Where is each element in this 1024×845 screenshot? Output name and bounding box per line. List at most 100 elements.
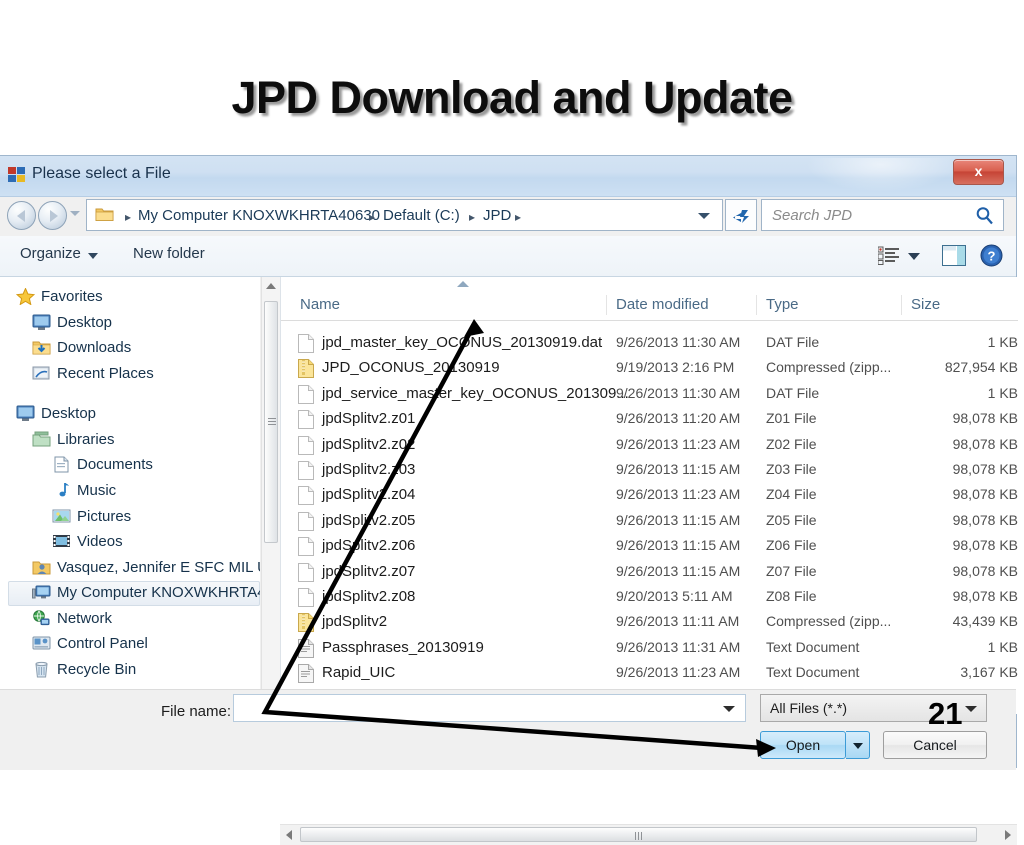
- column-divider[interactable]: [756, 295, 757, 315]
- generic-file-icon: [298, 511, 314, 531]
- text-file-icon: [298, 664, 314, 684]
- file-type: DAT File: [766, 384, 820, 401]
- forward-button[interactable]: [38, 201, 67, 230]
- navigation-pane[interactable]: Favorites Desktop Downloads Recent Places De…: [0, 277, 260, 714]
- breadcrumb-item-0[interactable]: My Computer KNOXWKHRTA40630: [138, 207, 380, 224]
- file-size: 3,167 KB: [960, 664, 1018, 681]
- column-header-type[interactable]: Type: [766, 296, 799, 313]
- navpane-scrollbar[interactable]: [261, 277, 280, 714]
- column-header-name[interactable]: Name: [300, 296, 340, 313]
- preview-pane-icon[interactable]: [942, 245, 966, 266]
- cancel-button[interactable]: Cancel: [883, 731, 987, 759]
- table-row[interactable]: jpdSplitv2 9/26/2013 11:11 AM Compressed (…: [281, 610, 1018, 635]
- scroll-right-icon[interactable]: [1005, 830, 1011, 840]
- chevron-down-icon[interactable]: [88, 253, 98, 259]
- file-date-modified: 9/26/2013 11:11 AM: [616, 613, 740, 630]
- column-header-row: Name Date modified Type Size: [281, 291, 1018, 321]
- generic-file-icon: [298, 384, 314, 404]
- file-size: 98,078 KB: [952, 435, 1018, 452]
- nav-item-libraries[interactable]: Libraries: [0, 428, 260, 453]
- organize-button[interactable]: Organize: [20, 245, 81, 262]
- scroll-left-icon[interactable]: [286, 830, 292, 840]
- file-size: 98,078 KB: [952, 486, 1018, 503]
- back-button[interactable]: [7, 201, 36, 230]
- nav-item-label: Network: [57, 610, 113, 627]
- nav-item-control-panel[interactable]: Control Panel: [0, 632, 260, 657]
- table-row[interactable]: jpdSplitv2.z01 9/26/2013 11:20 AM Z01 File…: [281, 407, 1018, 432]
- file-list[interactable]: Name Date modified Type Size jpd_master_…: [280, 277, 1018, 714]
- table-row[interactable]: Passphrases_20130919 9/26/2013 11:31 AM Te…: [281, 636, 1018, 661]
- open-dropdown-button[interactable]: [846, 731, 870, 759]
- column-header-date[interactable]: Date modified: [616, 296, 709, 313]
- nav-item-label: Control Panel: [57, 635, 148, 652]
- app-window-icon: [8, 167, 25, 183]
- scrollbar-thumb[interactable]: [300, 827, 977, 842]
- address-row: ▸ My Computer KNOXWKHRTA40630 ▸ Default …: [0, 196, 1016, 236]
- new-folder-button[interactable]: New folder: [133, 245, 205, 262]
- search-input[interactable]: Search JPD: [761, 199, 1004, 231]
- nav-item-vasquez-jennifer-e-sfc-mil-us[interactable]: Vasquez, Jennifer E SFC MIL US: [0, 556, 260, 581]
- file-date-modified: 9/26/2013 11:15 AM: [616, 461, 741, 477]
- filename-input[interactable]: [233, 694, 746, 722]
- table-row[interactable]: Rapid_UIC 9/26/2013 11:23 AM Text Document…: [281, 661, 1018, 686]
- file-date-modified: 9/26/2013 11:15 AM: [616, 537, 741, 554]
- nav-item-documents[interactable]: Documents: [0, 453, 260, 478]
- address-bar[interactable]: ▸ My Computer KNOXWKHRTA40630 ▸ Default …: [86, 199, 723, 231]
- table-row[interactable]: jpd_service_master_key_OCONUS_201309... 9…: [281, 382, 1018, 407]
- breadcrumb-separator: ▸: [469, 210, 476, 224]
- nav-item-desktop[interactable]: Desktop: [0, 311, 260, 336]
- chevron-down-icon[interactable]: [965, 706, 977, 712]
- view-list-icon[interactable]: [877, 246, 900, 265]
- downloads-icon: [32, 339, 51, 356]
- nav-item-network[interactable]: Network: [0, 607, 260, 632]
- help-icon[interactable]: ?: [980, 244, 1003, 267]
- chevron-down-icon[interactable]: [698, 213, 710, 219]
- column-header-size[interactable]: Size: [911, 296, 940, 313]
- generic-file-icon: [298, 562, 314, 582]
- nav-item-downloads[interactable]: Downloads: [0, 336, 260, 361]
- history-dropdown-icon[interactable]: [70, 211, 80, 216]
- monitor-icon: [32, 314, 51, 331]
- filelist-horizontal-scrollbar[interactable]: [280, 824, 1017, 845]
- refresh-icon[interactable]: [725, 199, 757, 231]
- close-icon[interactable]: x: [953, 159, 1004, 185]
- file-type: Z04 File: [766, 486, 817, 503]
- nav-item-pictures[interactable]: Pictures: [0, 505, 260, 530]
- chevron-down-icon[interactable]: [908, 253, 920, 260]
- nav-item-videos[interactable]: Videos: [0, 530, 260, 555]
- table-row[interactable]: jpdSplitv2.z03 9/26/2013 11:15 AM Z03 File…: [281, 458, 1018, 483]
- table-row[interactable]: jpdSplitv2.z08 9/20/2013 5:11 AM Z08 File 9…: [281, 585, 1018, 610]
- dialog-titlebar: Please select a File x: [0, 156, 1016, 197]
- nav-item-favorites[interactable]: Favorites: [0, 285, 260, 310]
- breadcrumb-item-2[interactable]: JPD: [483, 207, 511, 224]
- search-icon[interactable]: [975, 206, 994, 225]
- nav-item-music[interactable]: Music: [0, 479, 260, 504]
- table-row[interactable]: jpdSplitv2.z02 9/26/2013 11:23 AM Z02 File…: [281, 433, 1018, 458]
- table-row[interactable]: jpdSplitv2.z06 9/26/2013 11:15 AM Z06 File…: [281, 534, 1018, 559]
- file-date-modified: 9/26/2013 11:31 AM: [616, 638, 741, 655]
- chevron-down-icon[interactable]: [723, 706, 735, 712]
- file-name: jpdSplitv2.z07: [322, 562, 416, 580]
- table-row[interactable]: jpdSplitv2.z07 9/26/2013 11:15 AM Z07 File…: [281, 560, 1018, 585]
- file-size: 98,078 KB: [952, 588, 1018, 604]
- nav-item-my-computer-knoxwkhrta4[interactable]: My Computer KNOXWKHRTA4: [0, 581, 260, 606]
- nav-item-recent-places[interactable]: Recent Places: [0, 362, 260, 387]
- table-row[interactable]: JPD_OCONUS_20130919 9/19/2013 2:16 PM Comp…: [281, 356, 1018, 381]
- file-type: Z05 File: [766, 511, 817, 528]
- column-divider[interactable]: [606, 295, 607, 315]
- nav-item-desktop[interactable]: Desktop: [0, 402, 260, 427]
- open-button[interactable]: Open: [760, 731, 846, 759]
- nav-item-recycle-bin[interactable]: Recycle Bin: [0, 658, 260, 683]
- nav-item-label: Videos: [77, 533, 123, 550]
- file-size: 98,078 KB: [952, 562, 1018, 579]
- table-row[interactable]: jpdSplitv2.z04 9/26/2013 11:23 AM Z04 File…: [281, 483, 1018, 508]
- table-row[interactable]: jpdSplitv2.z05 9/26/2013 11:15 AM Z05 File…: [281, 509, 1018, 534]
- column-divider[interactable]: [901, 295, 902, 315]
- scroll-up-icon[interactable]: [266, 283, 276, 289]
- zip-file-icon: [298, 359, 314, 379]
- breadcrumb-separator: ▸: [125, 210, 132, 224]
- table-row[interactable]: jpd_master_key_OCONUS_20130919.dat 9/26/2…: [281, 331, 1018, 356]
- scrollbar-thumb[interactable]: [264, 301, 278, 543]
- breadcrumb-item-1[interactable]: Default (C:): [383, 207, 460, 224]
- generic-file-icon: [298, 435, 314, 455]
